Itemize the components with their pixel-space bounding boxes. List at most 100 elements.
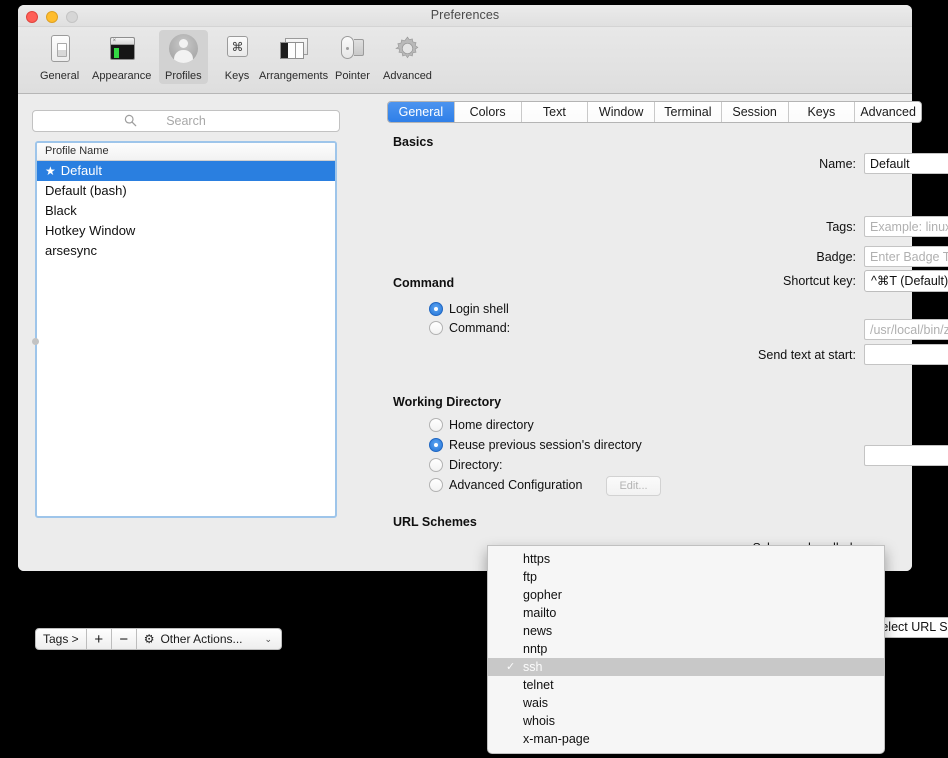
toolbar-item-appearance[interactable]: × Appearance <box>86 30 157 84</box>
command-heading: Command <box>393 276 455 290</box>
profile-list-item[interactable]: ★ Default <box>37 161 335 181</box>
command-input[interactable] <box>864 319 948 340</box>
dropdown-item[interactable]: mailto <box>488 604 884 622</box>
gear-icon: ⚙ <box>143 632 155 646</box>
tab-session[interactable]: Session <box>720 102 788 122</box>
profile-name: arsesync <box>45 243 98 258</box>
split-view-divider-handle[interactable] <box>32 338 39 345</box>
toolbar-item-profiles[interactable]: Profiles <box>159 30 208 84</box>
command-radio[interactable] <box>429 321 443 335</box>
command-label: Command: <box>449 321 511 335</box>
profile-list-toolbar: Tags > + − ⚙ Other Actions... ⌄ <box>35 628 283 650</box>
dropdown-item[interactable]: ftp <box>488 568 884 586</box>
name-input[interactable] <box>864 153 948 174</box>
url-schemes-heading: URL Schemes <box>393 515 477 529</box>
preferences-content: Profile Name ★ Default Default (bash) Bla… <box>18 94 948 650</box>
toolbar-item-label: Keys <box>224 70 250 82</box>
toolbar-item-arrangements[interactable]: Arrangements <box>253 30 334 84</box>
tab-general[interactable]: General <box>388 102 454 122</box>
tab-keys[interactable]: Keys <box>787 102 855 122</box>
custom-directory-radio[interactable] <box>429 458 443 472</box>
toolbar-item-advanced[interactable]: Advanced <box>377 30 438 84</box>
general-icon <box>43 33 77 67</box>
url-schemes-dropdown-menu[interactable]: https ftp gopher mailto news nntp ✓ ssh … <box>487 545 885 754</box>
profile-name: Black <box>45 203 77 218</box>
tab-colors[interactable]: Colors <box>453 102 521 122</box>
tab-advanced[interactable]: Advanced <box>854 102 921 122</box>
shortcut-key-label: Shortcut key: <box>783 274 856 288</box>
dropdown-item[interactable]: wais <box>488 694 884 712</box>
dropdown-item[interactable]: https <box>488 550 884 568</box>
home-directory-label: Home directory <box>449 418 534 432</box>
profiles-sidebar: Profile Name ★ Default Default (bash) Bla… <box>18 94 356 650</box>
login-shell-radio-row[interactable]: Login shell <box>429 302 509 316</box>
badge-label: Badge: <box>816 250 856 264</box>
tab-terminal[interactable]: Terminal <box>654 102 721 122</box>
login-shell-radio[interactable] <box>429 302 443 316</box>
directory-input[interactable] <box>864 445 948 466</box>
remove-profile-button[interactable]: − <box>111 628 137 650</box>
shortcut-key-popup[interactable]: ^⌘T (Default) ▲▼ <box>864 270 948 292</box>
edit-button[interactable]: Edit... <box>606 476 661 496</box>
home-directory-radio-row[interactable]: Home directory <box>429 418 534 432</box>
dropdown-item[interactable]: nntp <box>488 640 884 658</box>
toolbar-item-label: General <box>40 70 80 82</box>
profile-list-item[interactable]: Default (bash) <box>37 181 335 201</box>
toolbar-item-label: Advanced <box>383 70 432 82</box>
advanced-configuration-radio-row[interactable]: Advanced Configuration <box>429 478 582 492</box>
dropdown-item-label: news <box>523 624 553 638</box>
badge-input[interactable] <box>864 246 948 267</box>
tab-text[interactable]: Text <box>520 102 588 122</box>
reuse-directory-label: Reuse previous session's directory <box>449 438 642 452</box>
dropdown-item-label: mailto <box>523 606 557 620</box>
working-directory-heading: Working Directory <box>393 395 502 409</box>
dropdown-item-ssh[interactable]: ✓ ssh <box>488 658 884 676</box>
name-label: Name: <box>819 157 856 171</box>
toolbar-item-label: Appearance <box>92 70 152 82</box>
profile-name: Default <box>60 163 102 178</box>
profile-list-item[interactable]: Hotkey Window <box>37 221 335 241</box>
profile-list-item[interactable]: arsesync <box>37 241 335 261</box>
advanced-configuration-radio[interactable] <box>429 478 443 492</box>
toolbar-item-general[interactable]: General <box>34 30 85 84</box>
dropdown-item[interactable]: gopher <box>488 586 884 604</box>
custom-directory-radio-row[interactable]: Directory: <box>429 458 502 472</box>
default-profile-star-icon: ★ <box>45 164 56 178</box>
preferences-window: Preferences General × Appearance Profile… <box>18 5 948 650</box>
add-profile-button[interactable]: + <box>86 628 112 650</box>
tags-button[interactable]: Tags > <box>35 628 87 650</box>
send-text-input[interactable] <box>864 344 948 365</box>
dropdown-item-label: x-man-page <box>523 732 590 746</box>
dropdown-item[interactable]: whois <box>488 712 884 730</box>
search-field-wrapper <box>32 110 340 132</box>
other-actions-button[interactable]: ⚙ Other Actions... ⌄ <box>136 628 283 650</box>
profile-list[interactable]: Profile Name ★ Default Default (bash) Bla… <box>35 141 337 518</box>
profile-list-item[interactable]: Black <box>37 201 335 221</box>
dropdown-item-label: https <box>523 552 551 566</box>
dropdown-item-label: telnet <box>523 678 554 692</box>
dropdown-item[interactable]: telnet <box>488 676 884 694</box>
window-titlebar: Preferences <box>18 5 912 27</box>
gear-icon <box>390 33 424 67</box>
window-title: Preferences <box>430 8 500 22</box>
reuse-directory-radio[interactable] <box>429 438 443 452</box>
reuse-directory-radio-row[interactable]: Reuse previous session's directory <box>429 438 642 452</box>
tags-input[interactable] <box>864 216 948 237</box>
dropdown-item-label: ssh <box>523 660 543 674</box>
arrangements-icon <box>277 33 311 67</box>
dropdown-item[interactable]: news <box>488 622 884 640</box>
login-shell-label: Login shell <box>449 302 509 316</box>
tags-label: Tags: <box>826 220 856 234</box>
profile-name: Hotkey Window <box>45 223 136 238</box>
dropdown-item-label: ftp <box>523 570 537 584</box>
advanced-configuration-label: Advanced Configuration <box>449 478 583 492</box>
command-radio-row[interactable]: Command: <box>429 321 510 335</box>
preferences-toolbar: General × Appearance Profiles ⌘ Keys Arr… <box>18 27 912 94</box>
chevron-down-icon: ⌄ <box>264 633 273 644</box>
search-input[interactable] <box>32 110 340 132</box>
home-directory-radio[interactable] <box>429 418 443 432</box>
tab-window[interactable]: Window <box>587 102 654 122</box>
toolbar-item-pointer[interactable]: Pointer <box>329 30 376 84</box>
dropdown-item[interactable]: x-man-page <box>488 730 884 748</box>
toolbar-item-label: Arrangements <box>259 70 329 82</box>
